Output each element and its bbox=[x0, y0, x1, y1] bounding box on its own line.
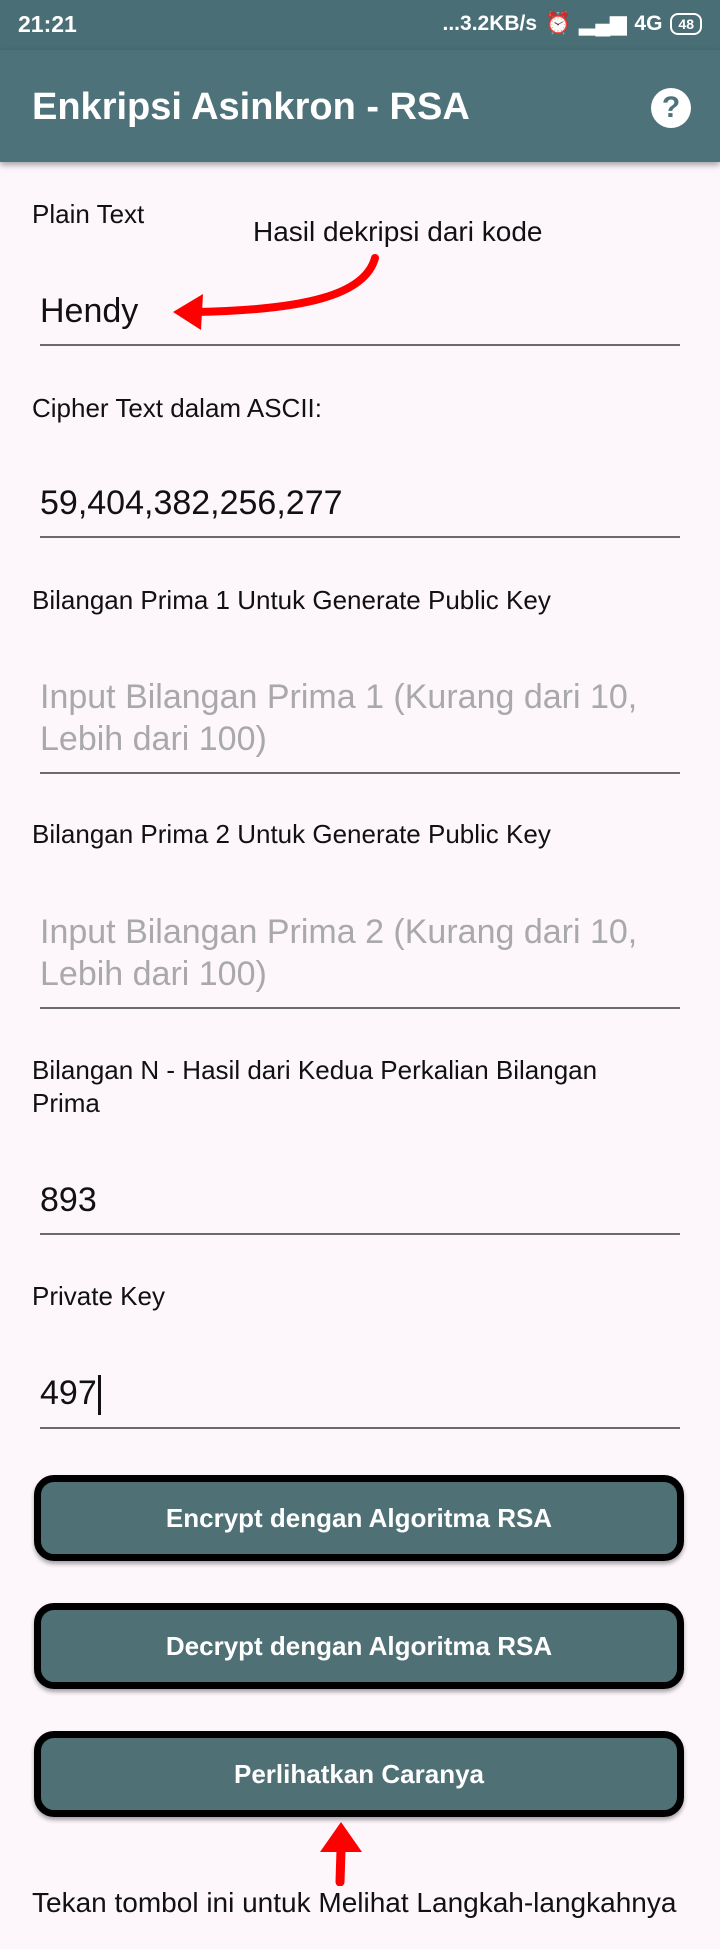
network-speed: ...3.2KB/s bbox=[442, 11, 538, 35]
private-key-value: 497 bbox=[40, 1374, 97, 1412]
network-type: 4G bbox=[634, 11, 663, 35]
prime1-label: Bilangan Prima 1 Untuk Generate Public K… bbox=[32, 585, 551, 615]
prime2-label: Bilangan Prima 2 Untuk Generate Public K… bbox=[32, 819, 551, 849]
decrypt-button[interactable]: Decrypt dengan Algoritma RSA bbox=[34, 1603, 684, 1689]
battery-icon: 48 bbox=[670, 12, 702, 35]
app-bar: Enkripsi Asinkron - RSA ? bbox=[0, 50, 720, 162]
red-arrow-up-icon bbox=[320, 1822, 362, 1886]
show-steps-button[interactable]: Perlihatkan Caranya bbox=[34, 1731, 684, 1817]
text-caret bbox=[97, 1375, 101, 1416]
n-label: Bilangan N - Hasil dari Kedua Perkalian … bbox=[32, 1055, 598, 1118]
signal-icon: ▂▄▆ bbox=[579, 12, 627, 35]
annotation-show-steps: Tekan tombol ini untuk Melihat Langkah-l… bbox=[32, 1887, 677, 1918]
help-icon[interactable]: ? bbox=[651, 88, 691, 128]
status-bar: 21:21 ...3.2KB/s ⏰ ▂▄▆ 4G 48 bbox=[0, 0, 720, 50]
cipher-text-input[interactable]: 59,404,382,256,277 bbox=[40, 482, 680, 538]
prime2-input[interactable]: Input Bilangan Prima 2 (Kurang dari 10, … bbox=[40, 911, 680, 1009]
annotation-decrypt-result: Hasil dekripsi dari kode bbox=[253, 216, 543, 247]
cipher-text-label: Cipher Text dalam ASCII: bbox=[32, 393, 322, 423]
n-input[interactable]: 893 bbox=[40, 1179, 680, 1235]
app-title: Enkripsi Asinkron - RSA bbox=[32, 86, 470, 128]
encrypt-button[interactable]: Encrypt dengan Algoritma RSA bbox=[34, 1475, 684, 1561]
status-time: 21:21 bbox=[18, 11, 77, 37]
alarm-icon: ⏰ bbox=[545, 11, 572, 35]
status-indicators: ...3.2KB/s ⏰ ▂▄▆ 4G 48 bbox=[443, 11, 702, 36]
red-arrow-left-icon bbox=[173, 254, 379, 330]
private-key-label: Private Key bbox=[32, 1281, 165, 1311]
private-key-input[interactable]: 497 bbox=[40, 1372, 680, 1430]
prime1-input[interactable]: Input Bilangan Prima 1 (Kurang dari 10, … bbox=[40, 676, 680, 774]
